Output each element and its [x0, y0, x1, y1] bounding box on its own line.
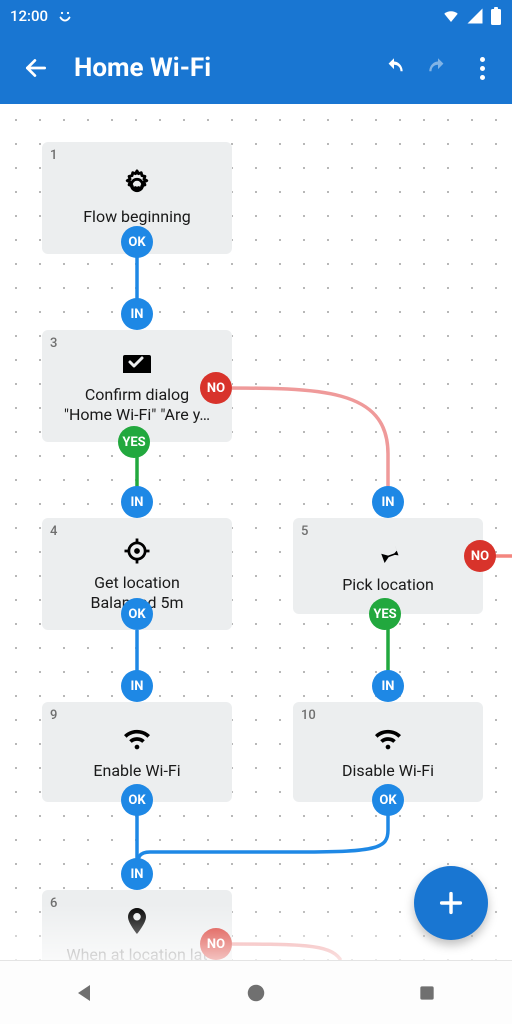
cell-signal-icon: [466, 7, 484, 25]
block-sublabel: "Home Wi-Fi" "Are y…: [64, 405, 210, 425]
port-no[interactable]: NO: [200, 928, 232, 960]
port-yes[interactable]: YES: [369, 598, 401, 630]
block-number: 5: [301, 524, 308, 539]
port-in[interactable]: IN: [121, 670, 153, 702]
block-number: 1: [50, 148, 57, 163]
android-nav-bar: [0, 960, 512, 1024]
add-block-fab[interactable]: [414, 866, 488, 940]
port-in[interactable]: IN: [121, 486, 153, 518]
port-ok[interactable]: OK: [121, 784, 153, 816]
port-no[interactable]: NO: [464, 540, 496, 572]
back-button[interactable]: [16, 48, 56, 88]
location-pin-icon: [119, 907, 155, 939]
port-in[interactable]: IN: [121, 298, 153, 330]
port-in[interactable]: IN: [372, 486, 404, 518]
pin-icon: [370, 537, 406, 569]
battery-icon: [490, 7, 502, 25]
nav-recent-button[interactable]: [403, 969, 451, 1017]
gear-icon: [119, 169, 155, 201]
wifi-icon: [370, 723, 406, 755]
wifi-icon: [119, 723, 155, 755]
wifi-icon: [442, 7, 460, 25]
location-crosshair-icon: [119, 535, 155, 567]
port-ok[interactable]: OK: [121, 598, 153, 630]
port-ok[interactable]: OK: [372, 784, 404, 816]
flow-canvas[interactable]: 1 Flow beginning OK IN 3 Confirm dialog …: [0, 104, 512, 1024]
port-no[interactable]: NO: [200, 372, 232, 404]
block-number: 4: [50, 524, 57, 539]
page-title: Home Wi-Fi: [74, 53, 211, 83]
app-bar: Home Wi-Fi: [0, 32, 512, 104]
port-yes[interactable]: YES: [118, 426, 150, 458]
nav-home-button[interactable]: [232, 969, 280, 1017]
dialog-confirm-icon: [119, 347, 155, 379]
redo-button: [416, 46, 460, 90]
block-label: Flow beginning: [83, 207, 191, 227]
status-bar: 12:00: [0, 0, 512, 32]
block-label: Pick location: [342, 575, 434, 595]
overflow-menu-button[interactable]: [460, 46, 504, 90]
block-number: 9: [50, 708, 57, 723]
port-ok[interactable]: OK: [121, 226, 153, 258]
block-label: Enable Wi-Fi: [93, 761, 180, 781]
smile-icon: [56, 7, 74, 25]
block-number: 3: [50, 336, 57, 351]
block-label: Confirm dialog: [85, 385, 189, 405]
nav-back-button[interactable]: [61, 969, 109, 1017]
undo-button[interactable]: [372, 46, 416, 90]
block-number: 6: [50, 896, 57, 911]
port-in[interactable]: IN: [121, 858, 153, 890]
port-in[interactable]: IN: [372, 670, 404, 702]
block-number: 10: [301, 708, 316, 723]
clock: 12:00: [10, 7, 48, 25]
block-label: Disable Wi-Fi: [342, 761, 434, 781]
block-label: Get location: [94, 573, 180, 593]
